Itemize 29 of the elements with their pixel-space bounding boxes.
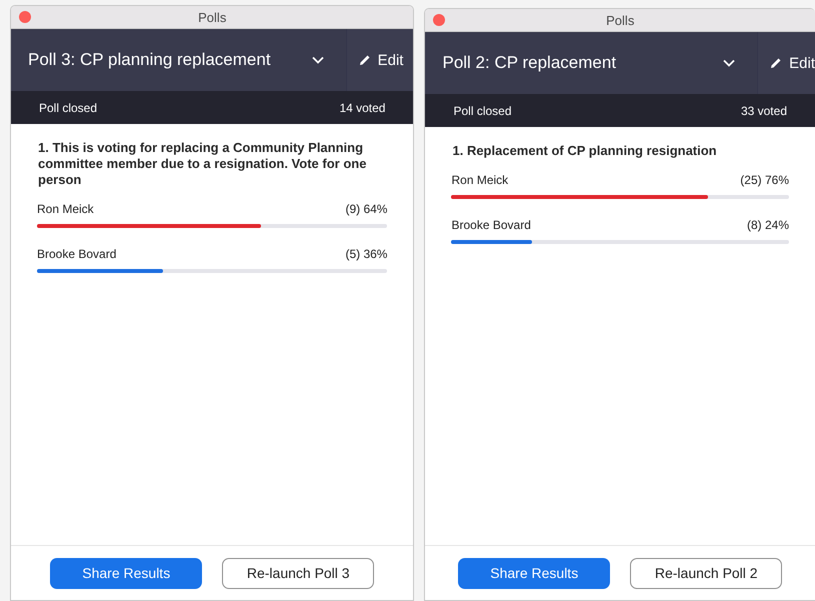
share-results-button[interactable]: Share Results: [458, 558, 610, 588]
answer-result: (9) 64%: [345, 202, 388, 216]
answer-label: Ron Meick: [37, 202, 94, 216]
answer-result: (25) 76%: [740, 173, 789, 187]
question-text: 1. Replacement of CP planning resignation: [451, 143, 718, 159]
answer-label: Ron Meick: [451, 173, 508, 187]
close-icon[interactable]: [433, 14, 446, 26]
vote-count: 33 voted: [740, 104, 787, 118]
vote-count: 14 voted: [339, 100, 386, 114]
share-results-button[interactable]: Share Results: [50, 558, 202, 588]
poll-title: Poll 3: CP planning replacement: [28, 50, 272, 70]
relaunch-button[interactable]: Re-launch Poll 3: [222, 558, 374, 588]
answer-label: Brooke Bovard: [451, 218, 531, 232]
poll-status: Poll closed: [453, 104, 512, 118]
poll-status: Poll closed: [39, 100, 98, 114]
answer-result: (5) 36%: [345, 247, 388, 261]
chevron-down-icon[interactable]: [312, 56, 324, 64]
question-text: 1. This is voting for replacing a Community Planning committee member due to a resignation. Vote for one person: [37, 140, 368, 188]
window-title: Polls: [198, 10, 226, 24]
close-icon[interactable]: [19, 11, 31, 23]
pencil-icon: [358, 54, 371, 66]
answer-result: (8) 24%: [746, 218, 789, 232]
poll-title: Poll 2: CP replacement: [442, 53, 618, 73]
relaunch-button[interactable]: Re-launch Poll 2: [630, 558, 782, 588]
chevron-down-icon[interactable]: [723, 59, 736, 67]
window-title: Polls: [606, 12, 634, 28]
pencil-icon: [770, 57, 782, 69]
answer-label: Brooke Bovard: [37, 247, 116, 261]
edit-button[interactable]: Edit: [757, 32, 815, 94]
